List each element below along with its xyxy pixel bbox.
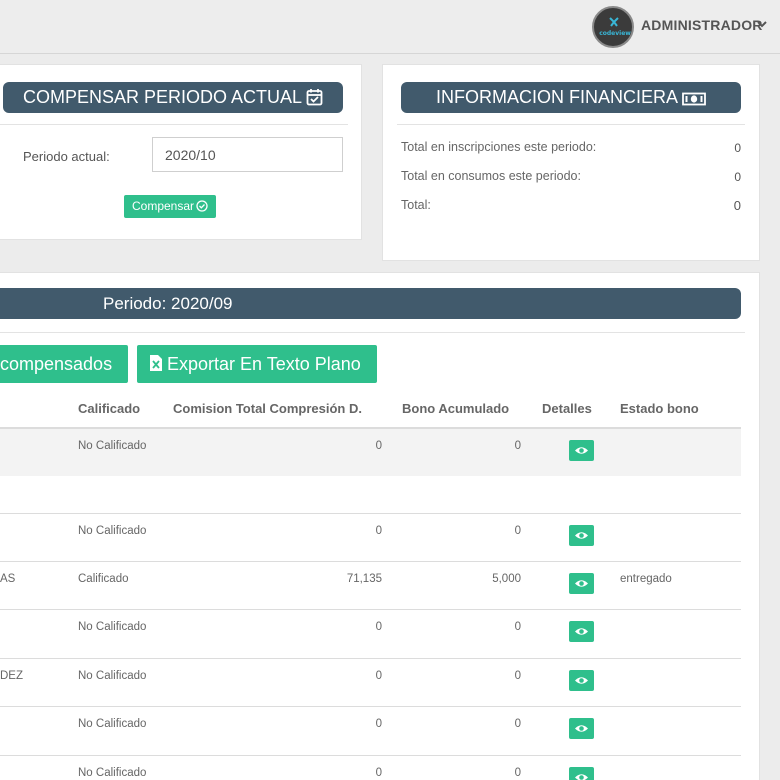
details-button[interactable] [569,573,594,594]
details-button[interactable] [569,670,594,691]
period-label: Periodo actual: [23,149,110,164]
table-row: No Calificado 0 0 [0,429,741,476]
compensar-divider [0,124,348,125]
period-input[interactable]: 2020/10 [152,137,343,172]
col-estado: Estado bono [620,401,699,416]
eye-icon [575,677,588,684]
periodo-title: Periodo: 2020/09 [103,294,233,313]
table-row: No Calificado 0 0 [0,610,741,658]
chevron-down-icon[interactable] [757,19,767,29]
table-row: AS Calificado 71,135 5,000 entregado [0,562,741,610]
file-excel-icon [150,355,162,371]
finanzas-title-bar: INFORMACION FINANCIERA [401,82,741,113]
col-calificado: Calificado [78,401,141,416]
cell-comision: 0 [375,670,382,682]
fin-value-inscripciones: 0 [734,141,741,155]
table-row: No Calificado 0 0 [0,514,741,561]
user-avatar[interactable]: codeview [592,6,634,48]
cell-comision: 0 [375,621,382,633]
finanzas-divider [397,124,745,125]
details-button[interactable] [569,767,594,780]
eye-icon [575,447,588,454]
table-row: No Calificado 0 0 [0,756,741,780]
cell-estado: entregado [620,573,672,585]
fin-label-total: Total: [401,198,431,212]
logo-text: codeview [599,30,631,37]
col-detalles: Detalles [542,401,592,416]
export-text-button[interactable]: Exportar En Texto Plano [137,345,377,383]
cell-calificado: No Calificado [78,525,147,537]
cell-comision: 0 [375,525,382,537]
fin-value-total: 0 [733,198,741,213]
eye-icon [575,774,588,780]
calendar-check-icon [306,89,323,106]
eye-icon [575,532,588,539]
compensar-button[interactable]: Compensar [124,195,216,218]
cell-calificado: No Calificado [78,621,147,633]
cell-name: DEZ [0,670,23,682]
export-button-label: Exportar En Texto Plano [167,354,361,374]
cell-bono: 5,000 [492,573,521,585]
compensar-button-label: Compensar [131,199,195,213]
cell-bono: 0 [514,621,521,633]
user-logo-icon [609,17,619,27]
cell-bono: 0 [514,718,521,730]
cell-bono: 0 [514,670,521,682]
cell-calificado: No Calificado [78,440,147,452]
details-button[interactable] [569,440,594,461]
fin-label-consumos: Total en consumos este periodo: [401,169,581,183]
cell-comision: 0 [375,767,382,779]
compensados-button[interactable]: compensados [0,345,128,383]
money-bill-icon [682,92,706,106]
col-bono: Bono Acumulado [402,401,510,416]
cell-calificado: No Calificado [78,718,147,730]
user-name[interactable]: ADMINISTRADOR [641,17,763,33]
cell-name: AS [0,573,16,585]
table-row: No Calificado 0 0 [0,707,741,755]
cell-comision: 0 [375,718,382,730]
col-comision: Comision Total Compresión D. [173,401,362,416]
details-button[interactable] [569,621,594,642]
fin-label-inscripciones: Total en inscripciones este periodo: [401,140,597,154]
cell-comision: 0 [375,440,382,452]
table-row: DEZ No Calificado 0 0 [0,659,741,707]
eye-icon [575,580,588,587]
compensar-title-bar: COMPENSAR PERIODO ACTUAL [3,82,343,113]
compensar-title: COMPENSAR PERIODO ACTUAL [22,87,303,107]
eye-icon [575,628,588,635]
cell-calificado: No Calificado [78,670,147,682]
cell-comision: 71,135 [346,573,382,585]
cell-bono: 0 [514,767,521,779]
cell-calificado: No Calificado [78,767,147,779]
cell-bono: 0 [514,440,521,452]
details-button[interactable] [569,718,594,739]
eye-icon [575,725,588,732]
top-bar: codeview ADMINISTRADOR [0,0,780,54]
compensados-button-label: compensados [0,354,113,374]
details-button[interactable] [569,525,594,546]
periodo-divider [0,332,745,333]
periodo-title-bar: Periodo: 2020/09 [0,288,741,319]
cell-bono: 0 [514,525,521,537]
fin-value-consumos: 0 [734,170,741,184]
cell-calificado: Calificado [78,573,129,585]
finanzas-title: INFORMACION FINANCIERA [435,87,678,107]
check-circle-icon [196,200,208,212]
